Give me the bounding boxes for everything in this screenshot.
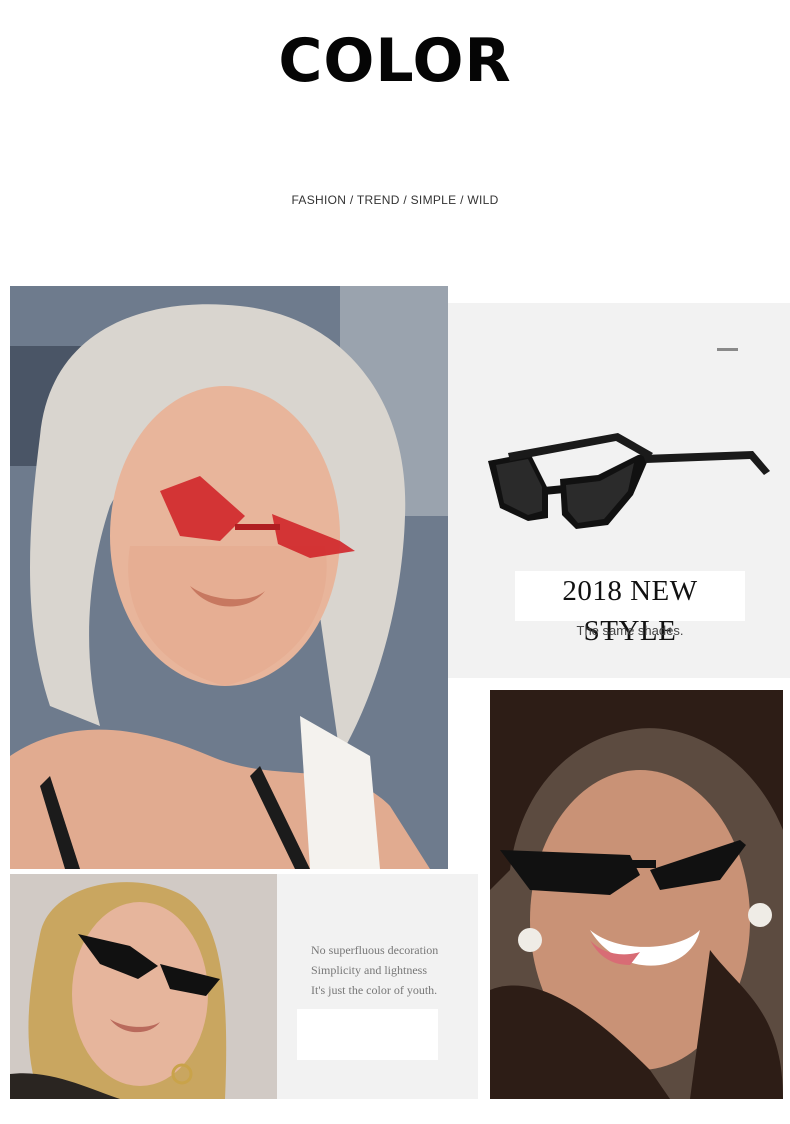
model-photo-red-sunglasses: [10, 286, 448, 869]
product-panel: 2018 NEW STYLE The same shades.: [448, 303, 790, 678]
page-title: COLOR: [278, 26, 512, 96]
quote-line: No superfluous decoration: [311, 943, 439, 957]
quote-text-block: No superfluous decoration Simplicity and…: [311, 940, 471, 1000]
new-style-headline: 2018 NEW STYLE: [515, 571, 745, 647]
model-illustration: [10, 286, 448, 869]
model-photo-blonde: [10, 874, 277, 1099]
quote-line: It's just the color of youth.: [311, 983, 438, 997]
model-photo-smiling: [490, 690, 783, 1099]
quote-line: Simplicity and lightness: [311, 963, 427, 977]
model-illustration: [490, 690, 783, 1099]
model-illustration: [10, 874, 277, 1099]
blank-label-box: [297, 1009, 438, 1060]
page-subtitle: FASHION / TREND / SIMPLE / WILD: [291, 193, 499, 207]
same-shades-caption: The same shades.: [576, 623, 684, 638]
quote-panel: No superfluous decoration Simplicity and…: [277, 874, 478, 1099]
